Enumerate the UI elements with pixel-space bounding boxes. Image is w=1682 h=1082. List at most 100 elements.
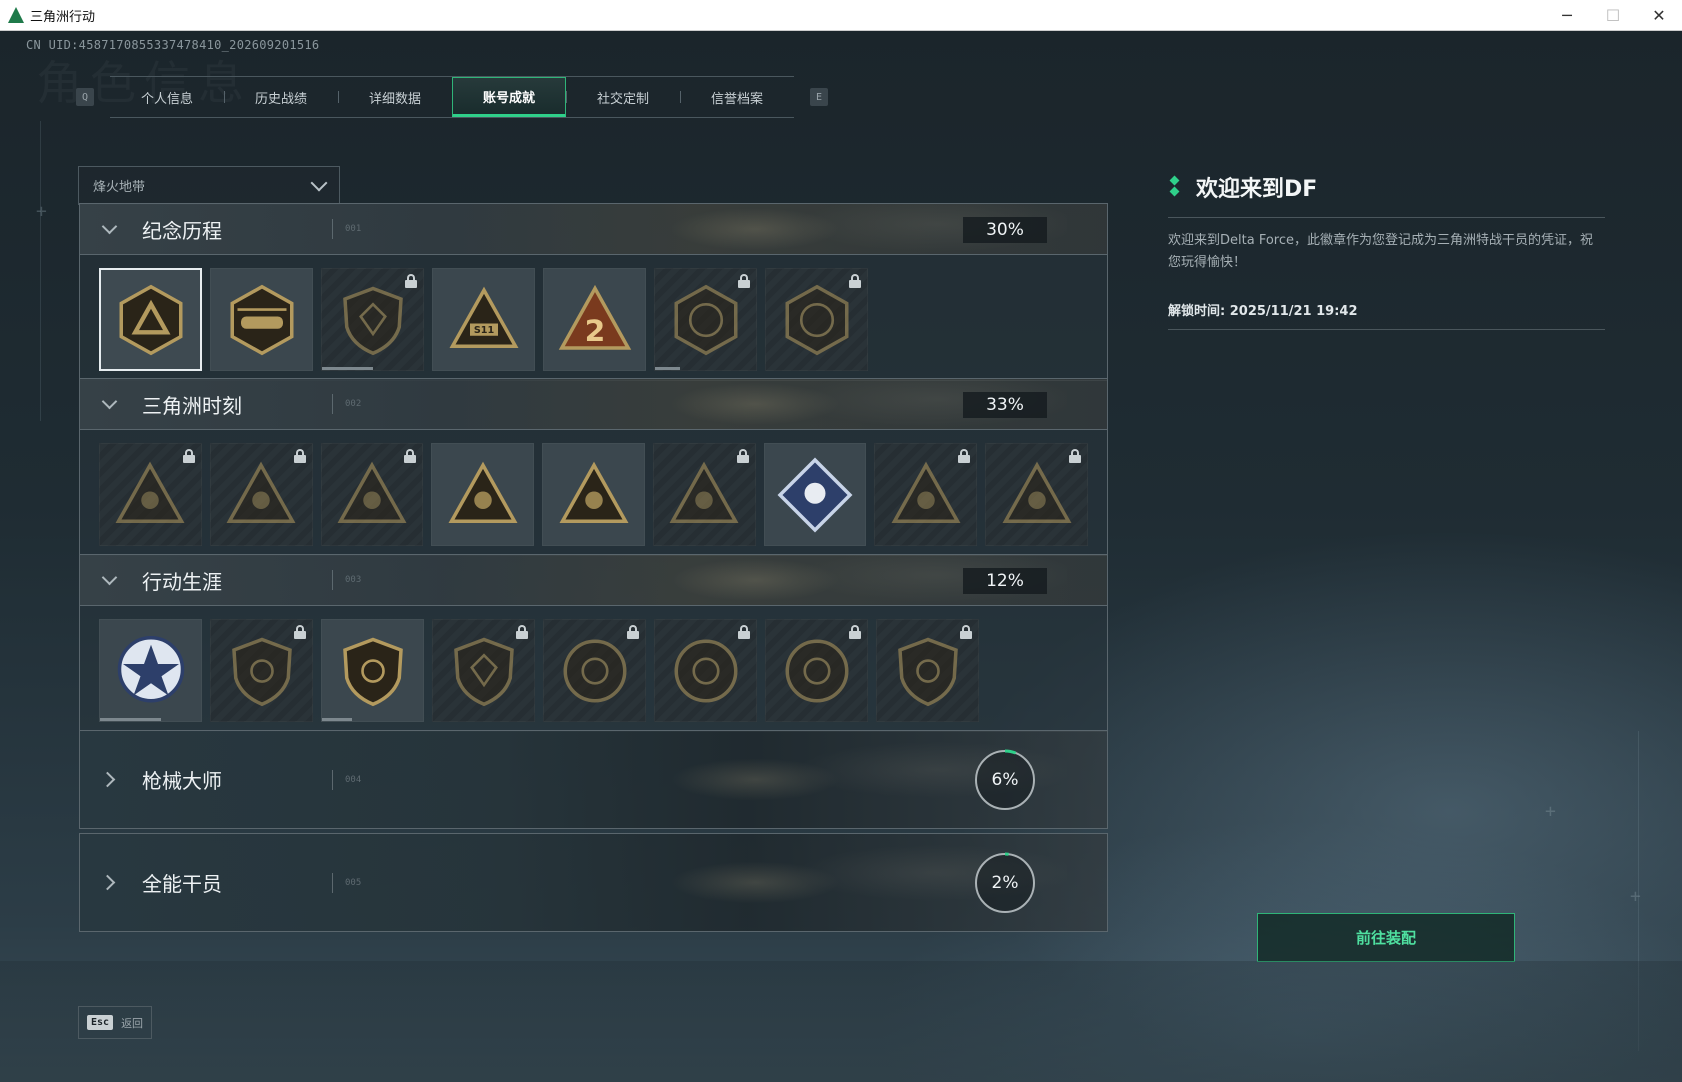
expand-toggle[interactable] [96, 870, 122, 896]
player-uid: CN UID:4587170855337478410_202609201516 [26, 38, 320, 52]
category-number: 001 [345, 224, 362, 234]
category-header[interactable]: 三角洲时刻 002 33% [80, 379, 1107, 430]
badge-grid: S11 2 [80, 255, 1107, 380]
divider [332, 570, 333, 590]
badge-wreath-round-badge[interactable] [654, 268, 757, 371]
helicopter-badge-icon [220, 278, 304, 362]
divider [332, 769, 333, 790]
lock-icon [294, 625, 306, 639]
unlock-time-value: 2025/11/21 19:42 [1229, 304, 1358, 319]
badge-season-2026-badge[interactable] [765, 268, 868, 371]
badge-skull-triangle-badge[interactable] [874, 443, 978, 546]
unlock-time-label: 解锁时间: [1168, 304, 1226, 319]
category-header[interactable]: 纪念历程 001 30% [80, 204, 1107, 255]
go-equip-button[interactable]: 前往装配 [1257, 913, 1515, 962]
mask-triangle-badge-icon [995, 453, 1079, 537]
badge-delta-shield-badge[interactable] [99, 268, 202, 371]
mode-select-value: 烽火地带 [93, 180, 146, 195]
minimize-button[interactable]: ─ [1544, 0, 1590, 31]
orb-round-badge-icon [553, 629, 637, 713]
back-button[interactable]: Esc 返回 [78, 1006, 152, 1039]
mode-select-dropdown[interactable]: 烽火地带 [78, 166, 340, 205]
lock-icon [960, 625, 972, 639]
target-round-badge-icon [664, 629, 748, 713]
svg-text:S11: S11 [473, 325, 494, 336]
tab-3[interactable]: 账号成就 [452, 77, 566, 117]
maximize-button[interactable]: ☐ [1590, 0, 1636, 31]
badge-s11-triangle-badge[interactable]: S11 [432, 268, 535, 371]
category-progress-ring: 6% [973, 748, 1037, 812]
lock-icon [849, 274, 861, 288]
tab-bar: Q 个人信息 历史战绩 详细数据 账号成就 社交定制 信誉档案 E [76, 75, 828, 119]
badge-orb-round-badge[interactable] [543, 619, 646, 722]
badge-rose-diamond-badge[interactable] [763, 443, 867, 546]
badge-beast-triangle-badge[interactable] [542, 443, 645, 546]
category-header[interactable]: 行动生涯 003 12% [80, 555, 1107, 606]
badge-target-round-badge[interactable] [654, 619, 757, 722]
badge-progress-bar [655, 367, 681, 370]
badge-star-medal-badge[interactable] [99, 619, 202, 722]
category-progress: 2% [991, 873, 1019, 893]
lock-icon [958, 449, 971, 463]
category-title: 三角洲时刻 [142, 393, 242, 418]
delta-shield-badge-icon [109, 278, 193, 362]
divider [1168, 217, 1605, 218]
heart-triangle-badge-icon [330, 453, 414, 537]
collapse-toggle[interactable] [96, 216, 122, 242]
collapse-toggle[interactable] [96, 567, 122, 593]
badge-heart-triangle-badge[interactable] [320, 443, 424, 546]
tab-5[interactable]: 信誉档案 [680, 77, 794, 117]
chevron-down-icon [101, 393, 117, 409]
collapse-toggle[interactable] [96, 391, 122, 417]
hud-crosshair-icon: + [1630, 886, 1641, 907]
window-title: 三角洲行动 [30, 9, 96, 25]
badge-progress-bar [322, 367, 373, 370]
category-progress-ring: 2% [973, 851, 1037, 915]
prev-tab-key-hint[interactable]: Q [76, 88, 94, 106]
badge-runner-triangle-badge[interactable] [209, 443, 313, 546]
category-title: 纪念历程 [142, 218, 222, 243]
badge-diamond-shield-badge[interactable] [210, 619, 313, 722]
badge-hex-shield-badge[interactable] [321, 268, 424, 371]
close-button[interactable]: ✕ [1636, 0, 1682, 31]
badge-squad-triangle-badge[interactable] [431, 443, 535, 546]
svg-text:2: 2 [584, 314, 605, 349]
lock-icon [738, 625, 750, 639]
badge-split-shield-badge[interactable] [321, 619, 424, 722]
skull-triangle-badge-icon [884, 453, 968, 537]
achievement-category: 行动生涯 003 12% [79, 554, 1108, 732]
badge-progress-bar [322, 718, 353, 721]
category-header[interactable]: 全能干员 005 2% [80, 834, 1107, 931]
badge-eye-round-badge[interactable] [765, 619, 868, 722]
next-tab-key-hint[interactable]: E [810, 88, 828, 106]
lock-icon [738, 274, 750, 288]
achievement-category: 枪械大师 004 6% [79, 730, 1108, 829]
tab-0[interactable]: 个人信息 [110, 77, 224, 117]
window-titlebar: 三角洲行动 ─ ☐ ✕ [0, 0, 1682, 31]
badge-operator-triangle-badge[interactable] [99, 443, 202, 546]
badge-dolphin-triangle-badge[interactable] [652, 443, 756, 546]
back-label: 返回 [121, 1016, 144, 1030]
tab-4[interactable]: 社交定制 [566, 77, 680, 117]
badge-wolf-shield-badge[interactable] [876, 619, 979, 722]
badge-number-2-triangle-badge[interactable]: 2 [543, 268, 646, 371]
diamond-shield-badge-icon [220, 629, 304, 713]
lock-icon [736, 449, 749, 463]
badge-gem-shield-badge[interactable] [432, 619, 535, 722]
tab-2[interactable]: 详细数据 [338, 77, 452, 117]
lock-icon [405, 274, 417, 288]
lock-icon [1069, 449, 1082, 463]
rose-diamond-badge-icon [773, 453, 857, 537]
expand-toggle[interactable] [96, 767, 122, 793]
badge-detail-title: 欢迎来到DF [1196, 177, 1318, 202]
bottom-bar [0, 961, 1682, 1082]
badge-mask-triangle-badge[interactable] [985, 443, 1089, 546]
beast-triangle-badge-icon [552, 453, 636, 537]
badge-helicopter-badge[interactable] [210, 268, 313, 371]
divider [332, 872, 333, 893]
achievement-category: 三角洲时刻 002 33% [79, 378, 1108, 556]
divider [1168, 329, 1605, 330]
tab-1[interactable]: 历史战绩 [224, 77, 338, 117]
category-header[interactable]: 枪械大师 004 6% [80, 731, 1107, 828]
runner-triangle-badge-icon [219, 453, 303, 537]
